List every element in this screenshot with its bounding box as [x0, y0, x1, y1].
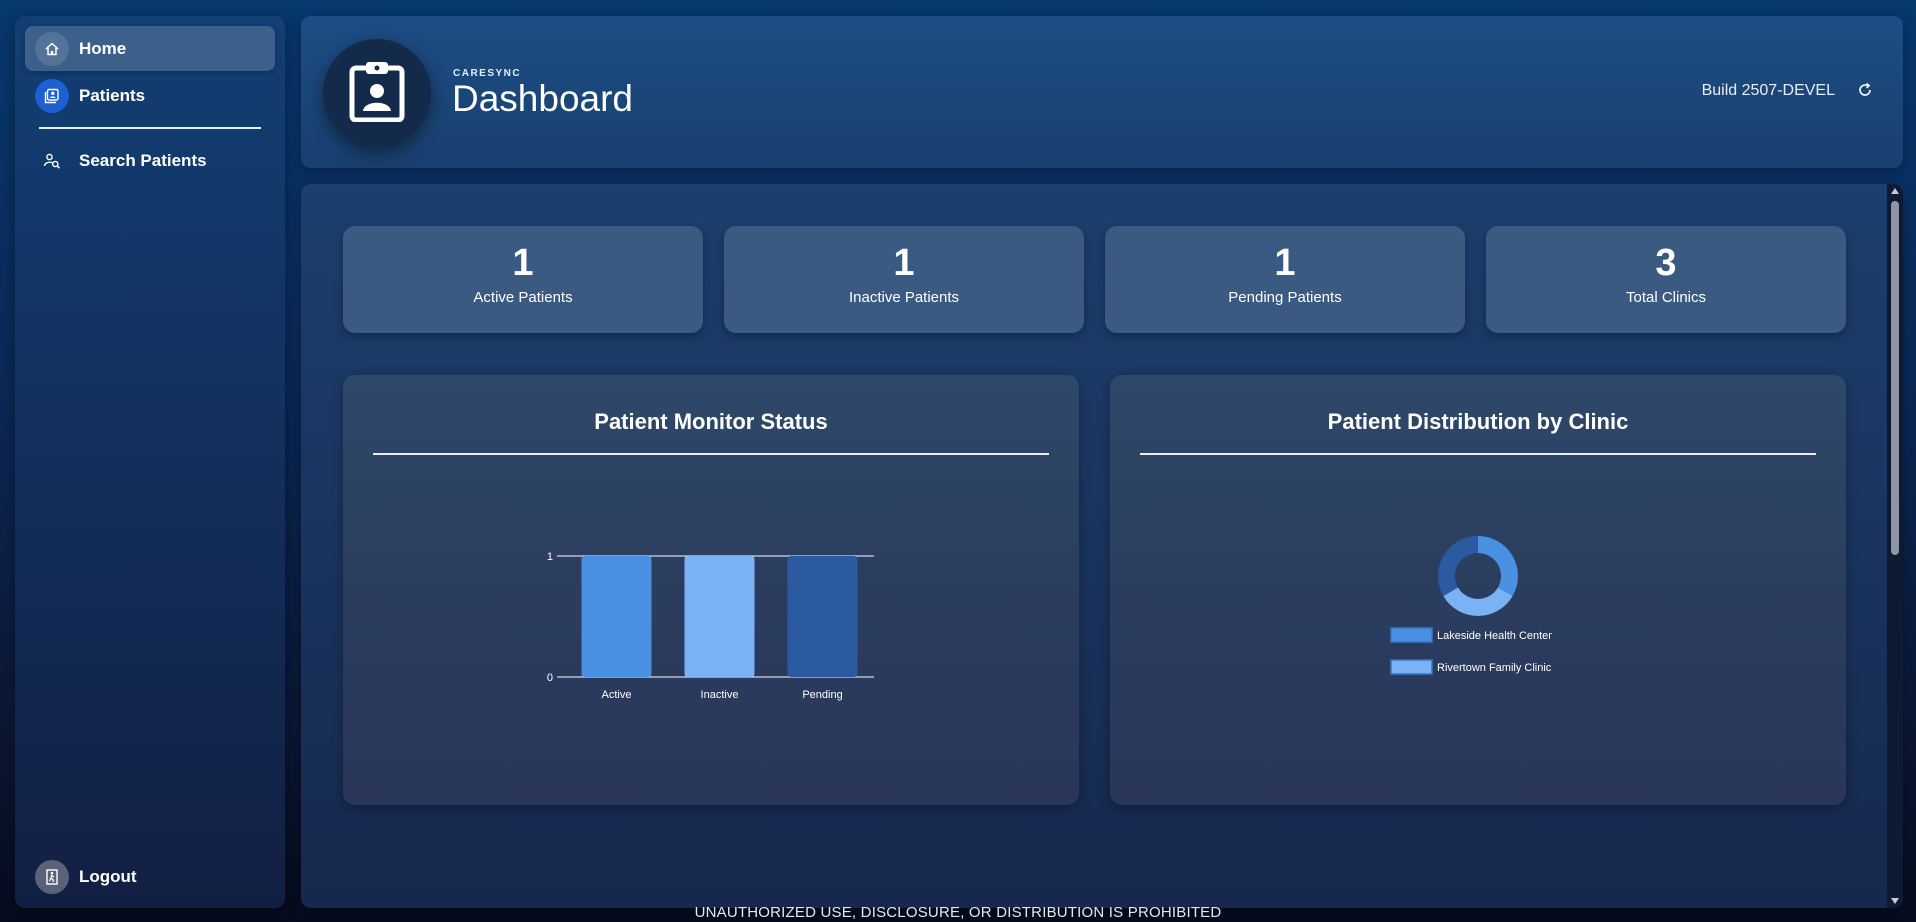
logout-icon [35, 859, 69, 894]
patients-icon [35, 78, 69, 113]
sidebar-item-label: Home [79, 38, 127, 58]
legend-swatch [1390, 659, 1433, 675]
app-logo [323, 39, 431, 147]
home-icon [35, 31, 69, 66]
stat-value: 3 [1655, 242, 1677, 284]
stat-card-pending: 1 Pending Patients [1105, 226, 1465, 333]
chart-card-clinic-distribution: Patient Distribution by Clinic Lakeside … [1110, 375, 1846, 805]
stat-label: Active Patients [473, 289, 573, 306]
donut-chart: Lakeside Health Center Rivertown Family C… [1390, 536, 1552, 675]
clipboard-user-icon [348, 60, 406, 127]
donut-slice [1443, 587, 1513, 616]
legend-label: Rivertown Family Clinic [1437, 662, 1552, 674]
stat-card-active: 1 Active Patients [343, 226, 703, 333]
sidebar: Home Patients Search Patients Logout [15, 16, 285, 908]
scroll-thumb[interactable] [1891, 201, 1899, 555]
search-patients-icon [35, 144, 69, 178]
refresh-button[interactable] [1854, 81, 1876, 103]
legend-swatch [1390, 627, 1433, 643]
legend-label: Lakeside Health Center [1437, 630, 1552, 642]
stat-card-inactive: 1 Inactive Patients [724, 226, 1084, 333]
sidebar-item-label: Search Patients [79, 150, 207, 170]
sidebar-item-home[interactable]: Home [25, 26, 275, 71]
build-label: Build 2507-DEVEL [1701, 82, 1835, 99]
donut-slice [1438, 536, 1478, 596]
y-tick-label: 1 [547, 551, 553, 563]
stat-value: 1 [512, 242, 534, 284]
bar-inactive [684, 556, 755, 677]
y-tick-label: 0 [547, 672, 553, 684]
stat-label: Pending Patients [1228, 289, 1342, 306]
bar-chart: 0 1 Active Inactive Pending [547, 551, 874, 701]
scroll-up-arrow[interactable] [1890, 187, 1900, 195]
stat-value: 1 [1274, 242, 1296, 284]
main-content: 1 Active Patients 1 Inactive Patients 1 … [301, 184, 1903, 908]
sidebar-item-patients[interactable]: Patients [25, 73, 275, 118]
donut-slice [1478, 536, 1518, 596]
logout-button[interactable]: Logout [25, 854, 275, 899]
stat-label: Inactive Patients [848, 289, 960, 306]
x-tick-label: Active [602, 689, 632, 701]
logout-label: Logout [79, 866, 137, 886]
sidebar-item-label: Patients [79, 85, 146, 105]
stat-card-clinics: 3 Total Clinics [1486, 226, 1846, 333]
sidebar-divider [39, 127, 261, 129]
page-title: Dashboard [452, 78, 634, 119]
sidebar-item-search-patients[interactable]: Search Patients [25, 138, 275, 183]
scrollbar[interactable] [1887, 184, 1903, 908]
x-tick-label: Pending [802, 689, 842, 701]
x-tick-label: Inactive [701, 689, 739, 701]
bar-pending [787, 556, 858, 677]
bar-active [581, 556, 652, 677]
stat-value: 1 [893, 242, 915, 284]
refresh-icon [1857, 82, 1873, 103]
stat-label: Total Clinics [1625, 289, 1707, 306]
header: CARESYNC Dashboard Build 2507-DEVEL [301, 16, 1903, 168]
footer-notice: UNAUTHORIZED USE, DISCLOSURE, OR DISTRIB… [694, 904, 1222, 921]
chart-card-monitor-status: Patient Monitor Status 0 1 Active Inactive P… [343, 375, 1079, 805]
